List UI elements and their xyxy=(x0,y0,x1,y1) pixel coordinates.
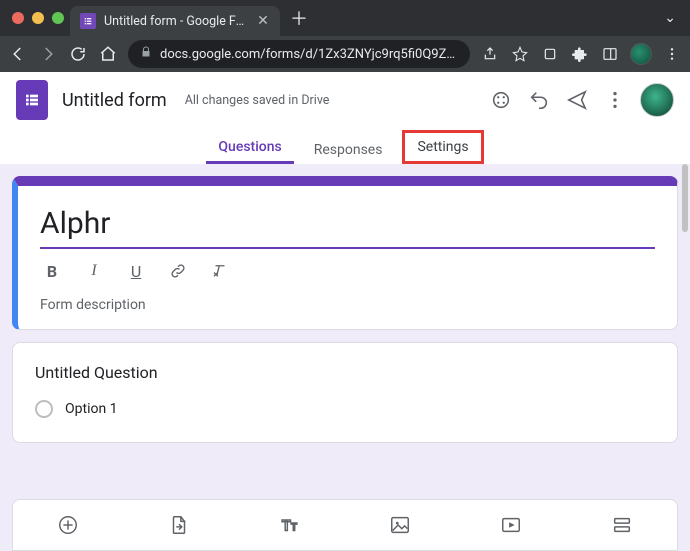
lock-icon xyxy=(140,46,152,62)
bold-button[interactable]: B xyxy=(42,261,62,281)
minimize-window-button[interactable] xyxy=(32,12,44,24)
option-label[interactable]: Option 1 xyxy=(65,401,118,417)
link-button[interactable] xyxy=(168,261,188,281)
maximize-window-button[interactable] xyxy=(52,12,64,24)
close-window-button[interactable] xyxy=(12,12,24,24)
app-header: Untitled form All changes saved in Drive xyxy=(0,72,690,128)
browser-tab[interactable]: Untitled form - Google Forms ✕ xyxy=(70,6,280,36)
rich-text-toolbar: B I U xyxy=(40,249,655,285)
svg-text:T: T xyxy=(291,523,298,534)
form-description-input[interactable] xyxy=(40,297,655,313)
extension-icon[interactable] xyxy=(540,44,560,64)
address-bar[interactable]: docs.google.com/forms/d/1Zx3ZNYjc9rq5fi0… xyxy=(128,40,470,68)
more-options-button[interactable] xyxy=(596,81,634,119)
extensions-puzzle-icon[interactable] xyxy=(570,44,590,64)
italic-button[interactable]: I xyxy=(84,261,104,281)
form-header-card[interactable]: B I U xyxy=(12,176,678,330)
form-tabs: Questions Responses Settings xyxy=(0,128,690,164)
browser-menu-icon[interactable] xyxy=(662,44,682,64)
share-icon[interactable] xyxy=(480,44,500,64)
form-canvas: B I U Untitled Question Option 1 TT xyxy=(0,164,690,551)
back-button[interactable] xyxy=(8,44,28,64)
send-button[interactable] xyxy=(558,81,596,119)
side-panel-icon[interactable] xyxy=(600,44,620,64)
new-tab-button[interactable]: ＋ xyxy=(286,5,312,31)
question-title[interactable]: Untitled Question xyxy=(35,363,655,382)
tab-settings[interactable]: Settings xyxy=(402,130,483,164)
save-status: All changes saved in Drive xyxy=(185,93,330,108)
document-title[interactable]: Untitled form xyxy=(62,90,167,111)
form-title-input[interactable] xyxy=(40,204,655,249)
browser-tab-bar: Untitled form - Google Forms ✕ ＋ ⌄ xyxy=(0,0,690,36)
reload-button[interactable] xyxy=(68,44,88,64)
browser-toolbar: docs.google.com/forms/d/1Zx3ZNYjc9rq5fi0… xyxy=(0,36,690,72)
svg-text:T: T xyxy=(281,517,290,535)
add-section-button[interactable] xyxy=(602,505,642,545)
question-card[interactable]: Untitled Question Option 1 xyxy=(12,342,678,443)
tabs-dropdown-icon[interactable]: ⌄ xyxy=(658,10,682,26)
window-controls xyxy=(8,12,70,24)
account-avatar[interactable] xyxy=(640,83,674,117)
browser-chrome: Untitled form - Google Forms ✕ ＋ ⌄ docs.… xyxy=(0,0,690,72)
add-video-button[interactable] xyxy=(491,505,531,545)
clear-formatting-button[interactable] xyxy=(210,261,230,281)
theme-button[interactable] xyxy=(482,81,520,119)
bookmark-star-icon[interactable] xyxy=(510,44,530,64)
forms-icon xyxy=(80,13,96,29)
underline-button[interactable]: U xyxy=(126,261,146,281)
forms-logo-icon[interactable] xyxy=(16,80,48,120)
add-image-button[interactable] xyxy=(380,505,420,545)
undo-button[interactable] xyxy=(520,81,558,119)
home-button[interactable] xyxy=(98,44,118,64)
profile-avatar[interactable] xyxy=(630,43,652,65)
forward-button[interactable] xyxy=(38,44,58,64)
import-questions-button[interactable] xyxy=(159,505,199,545)
url-text: docs.google.com/forms/d/1Zx3ZNYjc9rq5fi0… xyxy=(160,47,458,62)
scrollbar[interactable] xyxy=(682,164,688,232)
radio-icon[interactable] xyxy=(35,400,53,418)
option-row: Option 1 xyxy=(35,400,655,418)
add-title-button[interactable]: TT xyxy=(270,505,310,545)
tab-title: Untitled form - Google Forms xyxy=(104,14,248,29)
add-question-button[interactable] xyxy=(48,505,88,545)
floating-toolbar: TT xyxy=(12,499,678,551)
tab-responses[interactable]: Responses xyxy=(302,136,395,164)
close-tab-icon[interactable]: ✕ xyxy=(256,14,270,28)
tab-questions[interactable]: Questions xyxy=(206,133,293,164)
